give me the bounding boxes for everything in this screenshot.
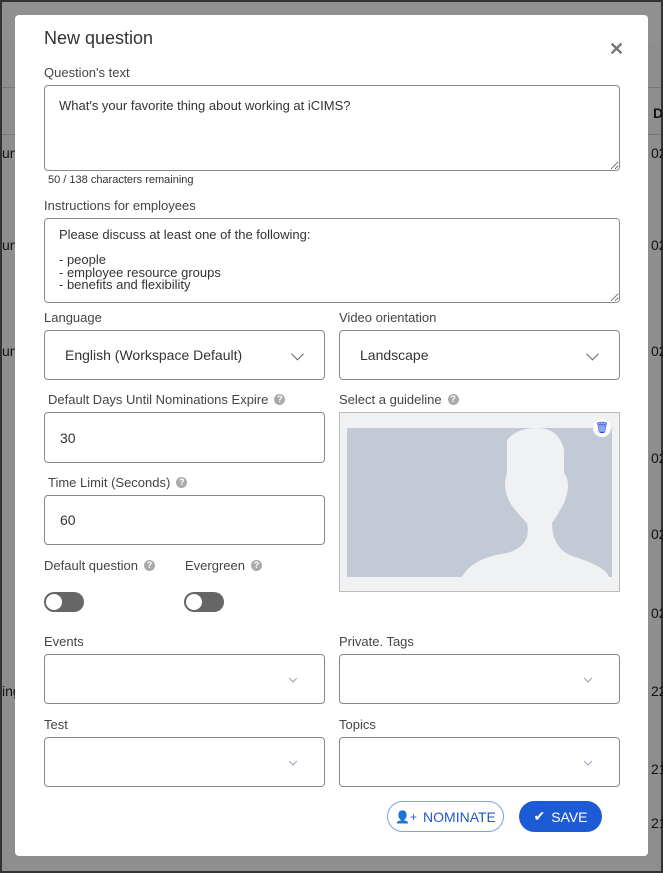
close-icon[interactable]: ✕ <box>609 39 624 60</box>
events-select[interactable] <box>44 654 325 704</box>
time-limit-text: Time Limit (Seconds) <box>48 475 171 490</box>
video-orientation-label: Video orientation <box>339 310 437 325</box>
instructions-input[interactable]: Please discuss at least one of the follo… <box>44 218 620 303</box>
default-question-toggle[interactable] <box>44 592 84 612</box>
bg-text: 22 <box>651 683 663 699</box>
bg-text: D <box>653 105 663 121</box>
language-label: Language <box>44 310 102 325</box>
language-value: English (Workspace Default) <box>65 347 243 363</box>
time-limit-label: Time Limit (Seconds)? <box>48 475 188 490</box>
chevron-down-icon <box>288 674 298 683</box>
test-select[interactable] <box>44 737 325 787</box>
evergreen-label: Evergreen? <box>185 558 262 573</box>
default-question-text: Default question <box>44 558 138 573</box>
guideline-selector[interactable]: 🗑 <box>339 412 620 592</box>
save-label: SAVE <box>551 808 588 825</box>
video-orientation-select[interactable]: Landscape <box>339 330 620 380</box>
help-icon[interactable]: ? <box>447 394 459 405</box>
character-counter: 50 / 138 characters remaining <box>48 174 194 186</box>
help-icon[interactable]: ? <box>274 394 286 405</box>
bg-text: 21 <box>651 761 663 777</box>
instructions-label: Instructions for employees <box>44 198 196 213</box>
chevron-down-icon <box>586 347 599 361</box>
chevron-down-icon <box>288 757 298 766</box>
time-limit-input[interactable]: 60 <box>44 495 325 545</box>
test-label: Test <box>44 717 68 732</box>
save-button[interactable]: ✔ SAVE <box>519 801 602 832</box>
bg-text: 02 <box>651 526 663 542</box>
bg-text: 02 <box>651 605 663 621</box>
private-tags-select[interactable] <box>339 654 620 704</box>
user-plus-icon: 👤+ <box>395 809 418 824</box>
question-text-input[interactable]: What's your favorite thing about working… <box>44 85 620 171</box>
chevron-down-icon <box>583 757 593 766</box>
new-question-modal: New question ✕ Question's text What's yo… <box>15 15 648 856</box>
expire-days-text: Default Days Until Nominations Expire <box>48 392 269 407</box>
default-question-label: Default question? <box>44 558 155 573</box>
bg-text: 02 <box>651 450 663 466</box>
guideline-text: Select a guideline <box>339 392 442 407</box>
chevron-down-icon <box>291 347 304 361</box>
topics-label: Topics <box>339 717 376 732</box>
expire-days-value: 30 <box>60 429 76 446</box>
expire-days-input[interactable]: 30 <box>44 412 325 463</box>
bg-text: 21 <box>651 815 663 831</box>
language-select[interactable]: English (Workspace Default) <box>44 330 325 380</box>
topics-select[interactable] <box>339 737 620 787</box>
events-label: Events <box>44 634 84 649</box>
nominate-button[interactable]: 👤+ NOMINATE <box>387 801 504 832</box>
check-icon: ✔ <box>533 808 546 824</box>
help-icon[interactable]: ? <box>143 560 155 571</box>
guideline-label: Select a guideline? <box>339 392 459 407</box>
evergreen-text: Evergreen <box>185 558 245 573</box>
evergreen-toggle[interactable] <box>184 592 224 612</box>
trash-icon[interactable]: 🗑 <box>593 419 611 437</box>
bg-text: 02 <box>651 145 663 161</box>
nominate-label: NOMINATE <box>423 808 496 825</box>
chevron-down-icon <box>583 674 593 683</box>
bg-text: 02 <box>651 343 663 359</box>
question-text-label: Question's text <box>44 65 130 80</box>
video-orientation-value: Landscape <box>360 347 429 363</box>
help-icon[interactable]: ? <box>176 477 188 488</box>
time-limit-value: 60 <box>60 512 76 528</box>
bg-text: 02 <box>651 237 663 253</box>
help-icon[interactable]: ? <box>250 560 262 571</box>
modal-title: New question <box>44 28 154 48</box>
expire-days-label: Default Days Until Nominations Expire? <box>48 392 286 407</box>
private-tags-label: Private. Tags <box>339 634 414 649</box>
person-silhouette-image <box>347 428 612 577</box>
